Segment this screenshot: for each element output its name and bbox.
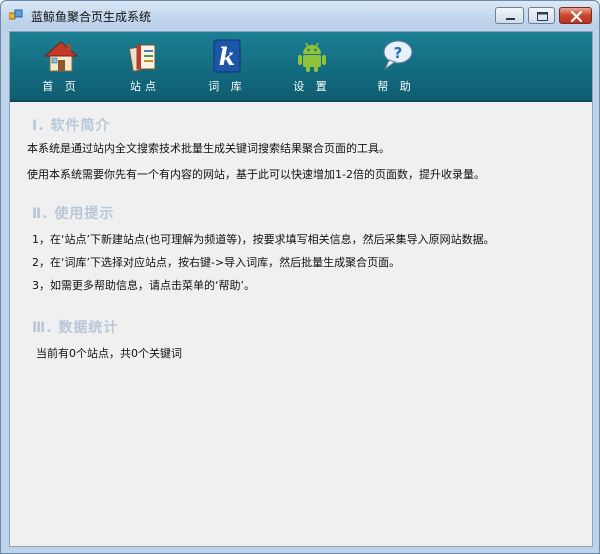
- main-toolbar: 首 页 站点 k 词 库 设 置 ? 帮 助: [10, 32, 592, 102]
- minimize-icon: [506, 18, 515, 20]
- close-icon: [570, 10, 583, 23]
- app-window: 蓝鲸鱼聚合页生成系统 首 页 站点 k 词 库 设 置 ? 帮 助 Ⅰ. 软件简…: [0, 0, 600, 554]
- home-content-panel: Ⅰ. 软件简介 本系统是通过站内全文搜索技术批量生成关键词搜索结果聚合页面的工具…: [10, 102, 592, 546]
- toolbar-keywords-label: 词 库: [208, 80, 246, 93]
- tips-line: 2，在‘词库’下选择对应站点，按右键->导入词库，然后批量生成聚合页面。: [32, 256, 401, 269]
- toolbar-home-label: 首 页: [42, 80, 80, 93]
- android-settings-icon: [298, 42, 326, 72]
- home-icon: [43, 41, 79, 72]
- toolbar-home-button[interactable]: 首 页: [31, 38, 91, 96]
- close-button[interactable]: [559, 7, 592, 24]
- window-title: 蓝鲸鱼聚合页生成系统: [31, 10, 152, 24]
- svg-text:?: ?: [394, 44, 403, 62]
- stats-heading: Ⅲ. 数据统计: [32, 320, 119, 336]
- stats-summary: 当前有0个站点，共0个关键词: [36, 347, 182, 360]
- toolbar-sites-button[interactable]: 站点: [115, 38, 175, 96]
- toolbar-help-button[interactable]: ? 帮 助: [366, 38, 426, 96]
- toolbar-help-label: 帮 助: [377, 80, 415, 93]
- maximize-button[interactable]: [528, 7, 555, 24]
- site-books-icon: [128, 44, 156, 72]
- toolbar-keywords-button[interactable]: k 词 库: [197, 38, 257, 96]
- help-bubble-icon: ?: [383, 40, 413, 71]
- minimize-button[interactable]: [495, 7, 524, 24]
- intro-line: 本系统是通过站内全文搜索技术批量生成关键词搜索结果聚合页面的工具。: [27, 142, 390, 155]
- client-area: 首 页 站点 k 词 库 设 置 ? 帮 助 Ⅰ. 软件简介 本系统是通过站内全…: [9, 31, 593, 547]
- app-icon: [9, 9, 23, 20]
- tips-heading: Ⅱ. 使用提示: [32, 206, 115, 222]
- toolbar-settings-button[interactable]: 设 置: [282, 38, 342, 96]
- intro-line: 使用本系统需要你先有一个有内容的网站，基于此可以快速增加1-2倍的页面数，提升收…: [27, 168, 485, 181]
- keyword-k-icon: k: [213, 39, 241, 73]
- toolbar-sites-label: 站点: [130, 80, 160, 93]
- tips-line: 1，在‘站点’下新建站点(也可理解为频道等)，按要求填写相关信息，然后采集导入原…: [32, 233, 495, 246]
- title-bar[interactable]: 蓝鲸鱼聚合页生成系统: [1, 1, 599, 29]
- maximize-icon: [537, 12, 548, 21]
- svg-text:k: k: [219, 42, 236, 71]
- intro-heading: Ⅰ. 软件简介: [32, 118, 111, 134]
- tips-line: 3，如需更多帮助信息，请点击菜单的‘帮助’。: [32, 279, 255, 292]
- toolbar-settings-label: 设 置: [293, 80, 331, 93]
